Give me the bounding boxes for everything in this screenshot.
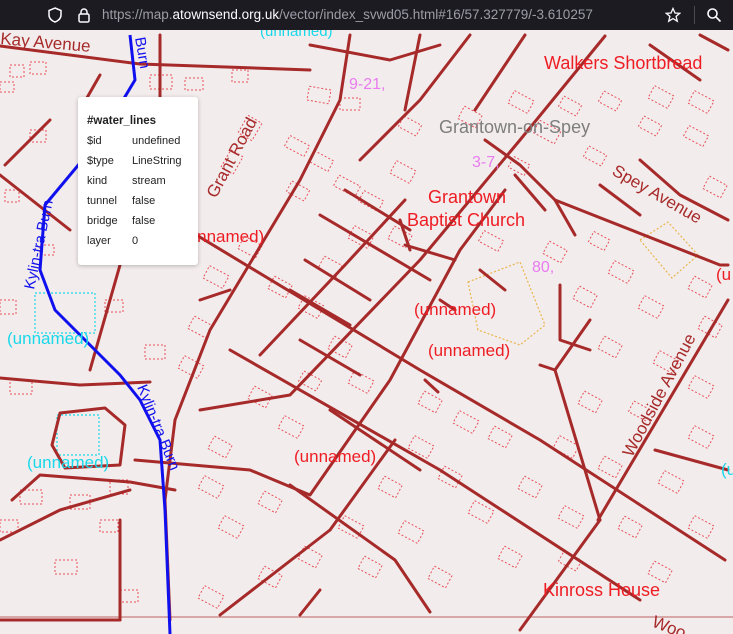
label-grant-road: Grant Road	[203, 114, 261, 201]
label-unnamed-water-2: (unnamed)	[27, 453, 109, 472]
label-unnamed-road-2: (unnamed)	[414, 300, 496, 319]
label-woo: Woo	[650, 612, 689, 634]
shield-icon[interactable]	[44, 4, 66, 26]
water-areas	[34, 292, 100, 456]
search-icon[interactable]	[703, 4, 725, 26]
toolbar-divider	[694, 6, 695, 24]
label-unnamed-water-1: (unnamed)	[7, 329, 89, 348]
label-address-80: 80,	[532, 259, 554, 276]
popup-key: bridge	[87, 215, 118, 227]
popup-value: stream	[132, 175, 166, 187]
popup-value: false	[132, 215, 156, 227]
label-grantown-on-spey: Grantown-on-Spey	[439, 117, 590, 137]
popup-key: kind	[87, 175, 108, 187]
browser-toolbar: https://map.atownsend.org.uk/vector/inde…	[0, 0, 733, 30]
address-bar[interactable]: https://map.atownsend.org.uk/vector/inde…	[102, 7, 593, 22]
label-kay-avenue: Kay Avenue	[0, 30, 91, 56]
label-unnamed-top: (unnamed)	[260, 30, 333, 40]
popup-key: layer	[87, 235, 111, 247]
url-path: /vector/index_svwd05.html#16/57.327779/-…	[279, 7, 593, 22]
popup-key: $id	[87, 135, 102, 147]
label-church-line1: Grantown	[428, 187, 506, 207]
label-unnamed-road-4: (unnamed)	[294, 447, 376, 466]
star-icon[interactable]	[662, 4, 684, 26]
popup-value: 0	[132, 235, 139, 247]
popup-title: #water_lines	[87, 115, 157, 127]
label-spey-avenue: Spey Avenue	[609, 161, 705, 227]
feature-popup: #water_lines $id undefined $type LineStrin…	[78, 97, 198, 265]
url-prefix: https://map.	[102, 7, 173, 22]
label-kylin-tra-burn-1: Kylin-tra Burn	[21, 198, 57, 290]
label-walkers-shortbread: Walkers Shortbread	[544, 53, 702, 73]
label-unnamed-road-3: (unnamed)	[428, 341, 510, 360]
label-kinross-house: Kinross House	[543, 580, 660, 600]
label-edge-right-2: (u	[721, 460, 733, 479]
lock-icon[interactable]	[73, 4, 95, 26]
popup-key: $type	[87, 155, 114, 167]
popup-value: undefined	[132, 135, 181, 147]
popup-value: false	[132, 195, 156, 207]
url-host: atownsend.org.uk	[172, 7, 280, 22]
label-address-9-21: 9-21,	[349, 76, 385, 93]
label-address-3-7: 3-7,	[472, 154, 500, 171]
label-woodside-avenue: Woodside Avenue	[619, 330, 700, 459]
label-church-line2: Baptist Church	[407, 210, 525, 230]
popup-key: tunnel	[87, 195, 117, 207]
popup-value: LineString	[132, 155, 182, 167]
label-edge-right: (u	[716, 265, 731, 284]
